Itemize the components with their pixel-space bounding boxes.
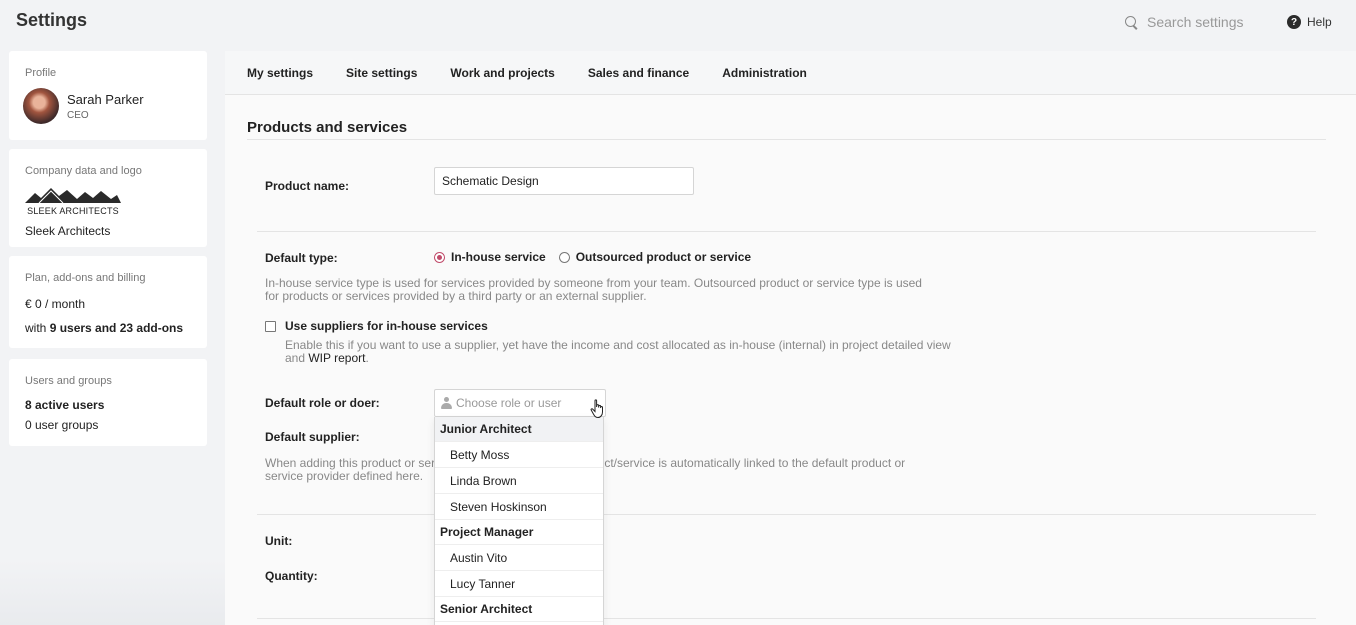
radio-outsourced-label: Outsourced product or service xyxy=(575,250,752,264)
product-name-input[interactable] xyxy=(434,167,694,195)
role-select[interactable]: Choose role or user xyxy=(434,389,606,417)
suppliers-help-and: and xyxy=(285,351,309,365)
billing-card-title: Plan, add-ons and billing xyxy=(25,272,146,284)
profile-name: Sarah Parker xyxy=(67,91,144,107)
hand-pointer-cursor-icon xyxy=(590,399,603,419)
section-divider-3 xyxy=(257,618,1316,619)
tab-administration[interactable]: Administration xyxy=(722,66,807,80)
company-name: Sleek Architects xyxy=(25,224,111,238)
suppliers-help-line-1: Enable this if you want to use a supplie… xyxy=(285,338,951,352)
plan-users: with 9 users and 23 add-ons xyxy=(25,321,191,335)
tab-work-and-projects[interactable]: Work and projects xyxy=(450,66,554,80)
page-title: Products and services xyxy=(247,119,408,136)
use-suppliers-label: Use suppliers for in-house services xyxy=(285,319,488,333)
search-icon xyxy=(1124,15,1139,30)
users-groups-title: Users and groups xyxy=(25,375,112,387)
help-link[interactable]: ? Help xyxy=(1287,15,1332,29)
company-card-title: Company data and logo xyxy=(25,165,142,177)
product-name-label: Product name: xyxy=(265,179,350,193)
profile-card[interactable]: Profile Sarah Parker CEO xyxy=(9,51,207,140)
radio-outsourced[interactable]: Outsourced product or service xyxy=(558,250,752,264)
help-circle-icon: ? xyxy=(1287,15,1301,29)
radio-in-house-label: In-house service xyxy=(451,250,546,264)
tab-site-settings[interactable]: Site settings xyxy=(346,66,417,80)
company-logo: SLEEK ARCHITECTS xyxy=(25,187,121,216)
dropdown-option[interactable]: Steven Hoskinson xyxy=(435,494,603,520)
use-suppliers-checkbox[interactable] xyxy=(265,320,276,332)
user-icon xyxy=(441,397,452,409)
logo-text: SLEEK ARCHITECTS xyxy=(27,206,119,216)
avatar xyxy=(23,88,59,124)
settings-tabs: My settings Site settings Work and proje… xyxy=(225,51,1356,95)
tab-my-settings[interactable]: My settings xyxy=(247,66,313,80)
search-input[interactable] xyxy=(1147,14,1267,30)
company-card[interactable]: Company data and logo SLEEK ARCHITECTS S… xyxy=(9,149,207,247)
use-suppliers-option[interactable]: Use suppliers for in-house services xyxy=(265,319,488,333)
supplier-help-line-1b: luct/service is automatically linked to … xyxy=(595,456,906,470)
users-groups-card[interactable]: Users and groups 8 active users 0 user g… xyxy=(9,359,207,446)
radio-in-house-service[interactable]: In-house service xyxy=(434,250,546,264)
dropdown-option[interactable]: Lucy Tanner xyxy=(435,571,603,597)
radio-dot[interactable] xyxy=(558,251,570,263)
default-supplier-label: Default supplier: xyxy=(265,430,360,444)
wip-report-link[interactable]: WIP report xyxy=(308,351,365,365)
quantity-label: Quantity: xyxy=(265,569,318,583)
help-label: Help xyxy=(1307,15,1332,29)
plan-users-prefix: with xyxy=(25,321,50,335)
plan-users-count: 9 users and 23 add-ons xyxy=(49,321,184,335)
app-title: Settings xyxy=(16,10,88,30)
tab-sales-and-finance[interactable]: Sales and finance xyxy=(588,66,689,80)
section-divider xyxy=(257,231,1316,232)
main-panel: My settings Site settings Work and proje… xyxy=(225,51,1356,625)
suppliers-help-text: Enable this if you want to use a supplie… xyxy=(285,339,985,365)
user-groups-count: 0 user groups xyxy=(25,418,99,432)
dropdown-group-header[interactable]: Project Manager xyxy=(435,520,603,545)
supplier-help-right: luct/service is automatically linked to … xyxy=(595,457,995,470)
profile-role: CEO xyxy=(67,109,89,121)
sidebar-bottom xyxy=(0,560,225,625)
suppliers-help-line-2: and WIP report. xyxy=(285,352,985,365)
active-users: 8 active users xyxy=(25,398,105,412)
dropdown-option[interactable]: Austin Vito xyxy=(435,545,603,571)
title-divider xyxy=(247,139,1326,140)
unit-label: Unit: xyxy=(265,534,293,548)
role-dropdown[interactable]: Junior Architect Betty Moss Linda Brown … xyxy=(434,417,604,625)
type-help-text: In-house service type is used for servic… xyxy=(265,277,965,303)
default-role-label: Default role or doer: xyxy=(265,396,380,410)
billing-card[interactable]: Plan, add-ons and billing € 0 / month wi… xyxy=(9,256,207,348)
type-help-line-2: for products or services provided by a t… xyxy=(265,289,647,303)
default-type-radio-group: In-house service Outsourced product or s… xyxy=(434,250,751,264)
role-select-placeholder: Choose role or user xyxy=(456,396,562,410)
dropdown-group-header[interactable]: Junior Architect xyxy=(435,417,603,442)
radio-dot-selected[interactable] xyxy=(434,251,445,263)
default-type-label: Default type: xyxy=(265,251,338,265)
mountain-logo-icon xyxy=(25,188,121,204)
plan-price: € 0 / month xyxy=(25,297,86,311)
suppliers-help-period: . xyxy=(365,351,369,365)
dropdown-option[interactable]: Betty Moss xyxy=(435,442,603,468)
search-bar[interactable] xyxy=(1124,14,1274,30)
dropdown-option[interactable]: Linda Brown xyxy=(435,468,603,494)
profile-card-title: Profile xyxy=(25,67,57,79)
dropdown-group-header[interactable]: Senior Architect xyxy=(435,597,603,622)
section-divider-2 xyxy=(257,514,1316,515)
